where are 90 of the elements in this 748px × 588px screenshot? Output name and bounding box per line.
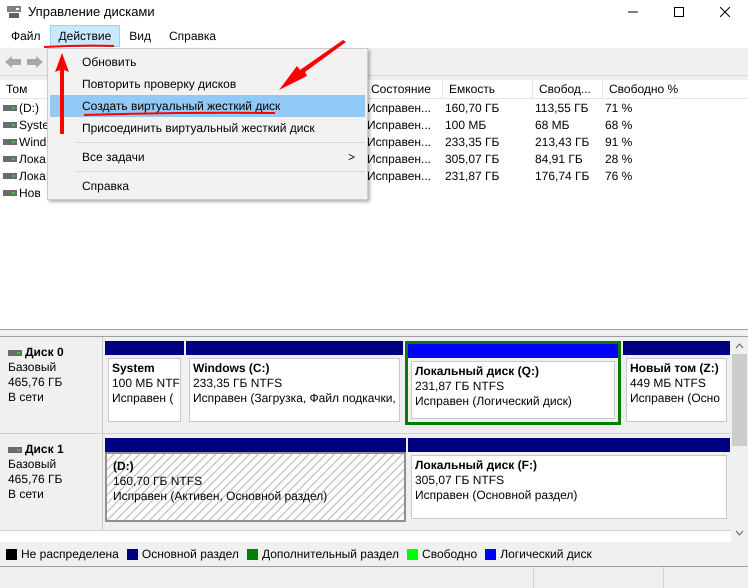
legend-label: Не распределена: [21, 546, 119, 563]
table-cell: 213,43 ГБ: [535, 134, 590, 148]
drive-icon: [8, 348, 22, 356]
partition-status: Исправен (Осно: [630, 391, 721, 406]
table-cell-text: Wind: [19, 134, 46, 150]
partition-name: Новый том (Z:): [630, 361, 720, 376]
drive-icon: [3, 154, 17, 162]
drive-icon: [3, 188, 17, 196]
legend-label: Дополнительный раздел: [262, 546, 400, 563]
table-cell: 233,35 ГБ: [445, 134, 500, 148]
disk-type: Базовый: [8, 457, 58, 472]
table-cell: 160,70 ГБ: [445, 100, 500, 114]
window-title: Управление дисками: [28, 3, 155, 22]
disk-management-icon: [6, 5, 22, 19]
disk-name: Диск 0: [25, 345, 64, 360]
table-cell: 176,74 ГБ: [535, 168, 590, 182]
vertical-scrollbar[interactable]: [731, 337, 748, 542]
partition-size: 449 МБ NTFS: [630, 376, 707, 391]
menu-item[interactable]: Создать виртуальный жесткий диск: [50, 95, 365, 117]
table-cell: 100 МБ: [445, 118, 486, 132]
partition-name: Локальный диск (F:): [415, 458, 538, 473]
partition[interactable]: Локальный диск (Q:) 231,87 ГБ NTFS Исправен (Логический диск): [405, 341, 621, 425]
table-cell: 68 %: [605, 118, 632, 132]
table-cell: 76 %: [605, 168, 632, 182]
forward-arrow-icon[interactable]: [26, 54, 44, 68]
disk-name: Диск 1: [25, 442, 64, 457]
table-cell: 68 МБ: [535, 118, 570, 132]
disk-size: 465,76 ГБ: [8, 375, 64, 390]
drive-icon: [8, 446, 22, 454]
table-cell-text: Нов: [19, 184, 41, 202]
partition-name: (D:): [113, 459, 135, 474]
partition-size: 305,07 ГБ NTFS: [415, 473, 506, 488]
drive-icon: [3, 104, 17, 112]
table-cell-text: Лока: [19, 150, 46, 168]
drive-icon: [3, 138, 17, 146]
table-cell: 28 %: [605, 152, 632, 166]
legend-label: Основной раздел: [142, 546, 239, 563]
maximize-icon: [674, 7, 684, 17]
partition-status: Исправен (Основной раздел): [415, 488, 578, 503]
table-cell: Исправен...: [367, 118, 432, 132]
scrollbar-thumb[interactable]: [732, 354, 747, 446]
menu-item[interactable]: Справка: [50, 175, 365, 197]
disk-size: 465,76 ГБ: [8, 472, 64, 487]
menu-bar-item[interactable]: Справка: [160, 25, 226, 47]
menu-item[interactable]: Повторить проверку дисков: [50, 73, 365, 95]
table-cell: Исправен...: [367, 100, 432, 114]
disk-label-panel[interactable]: Диск 1 Базовый 465,76 ГБ В сети: [0, 434, 103, 530]
drive-icon: [3, 172, 17, 180]
partition-size: 231,87 ГБ NTFS: [415, 379, 506, 394]
partition-status: Исправен (Загрузка, Файл подкачки,: [193, 391, 396, 406]
partition-size: 100 МБ NTF: [112, 376, 177, 391]
drive-icon: [3, 120, 17, 128]
disk-status: В сети: [8, 390, 45, 405]
partition-status: Исправен (Логический диск): [415, 394, 573, 409]
menu-item[interactable]: Все задачи >: [50, 146, 365, 168]
table-cell-text: Лока: [19, 168, 46, 184]
disk-label-panel[interactable]: Диск 0 Базовый 465,76 ГБ В сети: [0, 337, 103, 433]
partition-name: Windows (C:): [193, 361, 271, 376]
partition-size: 233,35 ГБ NTFS: [193, 376, 284, 391]
submenu-arrow: >: [348, 149, 355, 166]
table-cell: 91 %: [605, 134, 632, 148]
table-cell: 113,55 ГБ: [535, 100, 589, 114]
table-cell: Исправен...: [367, 134, 432, 148]
table-cell: 84,91 ГБ: [535, 152, 583, 166]
table-cell: Исправен...: [367, 168, 432, 182]
disk-type: Базовый: [8, 360, 58, 375]
annotation-arrow: [279, 40, 346, 90]
table-cell: 231,87 ГБ: [445, 168, 500, 182]
menu-bar-item[interactable]: Вид: [120, 25, 160, 47]
menu-bar-item[interactable]: Файл: [2, 25, 50, 47]
table-cell-text: (D:): [19, 100, 39, 116]
partition-size: 160,70 ГБ NTFS: [113, 474, 204, 489]
table-cell: 305,07 ГБ: [445, 152, 500, 166]
legend-label: Логический диск: [500, 546, 592, 563]
partition-status: Исправен (Активен, Основной раздел): [113, 489, 328, 504]
annotation-underline: [44, 44, 114, 48]
table-cell: Исправен...: [367, 152, 432, 166]
back-arrow-icon[interactable]: [4, 54, 22, 68]
table-cell: 71 %: [605, 100, 632, 114]
menu-item[interactable]: Присоединить виртуальный жесткий диск: [50, 117, 365, 139]
partition-name: System: [112, 361, 156, 376]
column-header[interactable]: Емкость: [443, 80, 533, 98]
legend-label: Свободно: [422, 546, 478, 563]
menu-bar-item[interactable]: Действие: [50, 25, 120, 47]
disk-status: В сети: [8, 487, 45, 502]
column-header[interactable]: Свобод...: [533, 80, 603, 98]
partition-status: Исправен (: [112, 391, 174, 406]
close-icon: [720, 7, 730, 17]
partition-name: Локальный диск (Q:): [415, 364, 540, 379]
menu-item[interactable]: Обновить: [50, 51, 365, 73]
